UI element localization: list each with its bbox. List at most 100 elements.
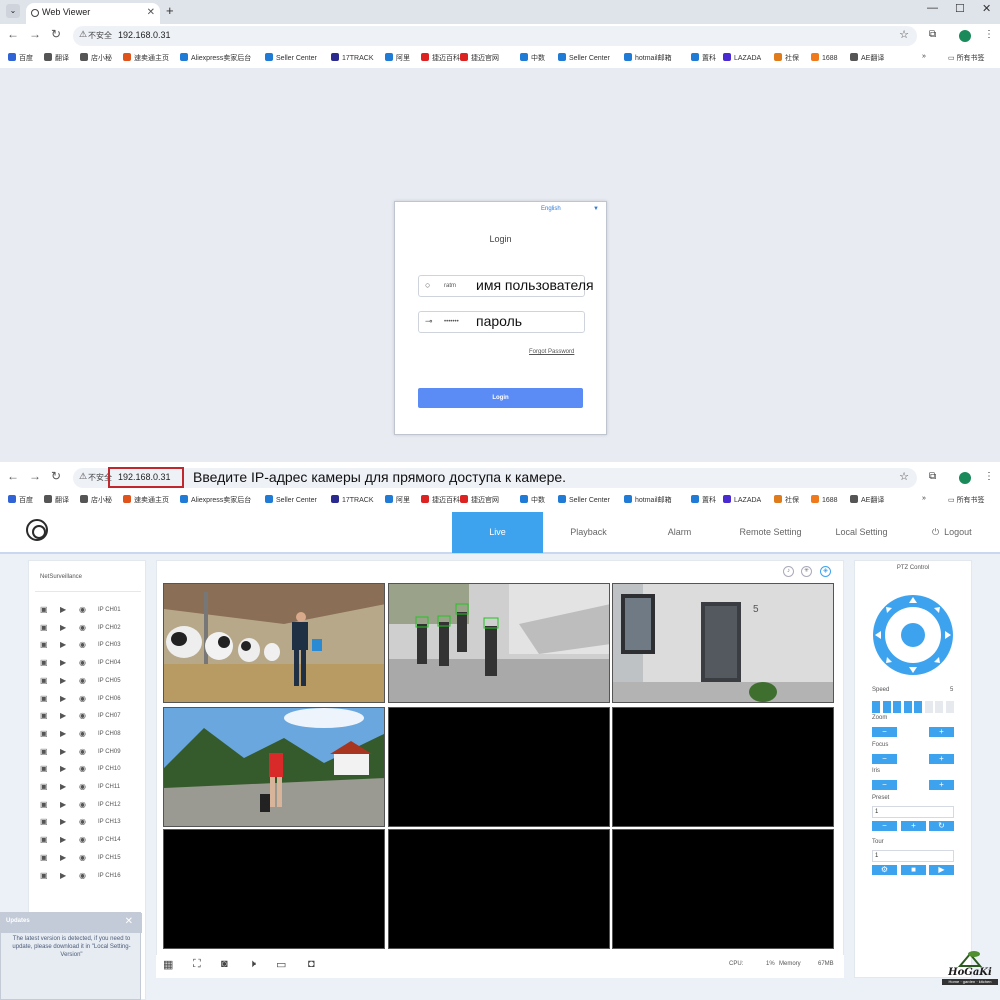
preset-input[interactable]: 1 [872,806,954,818]
playback-icon[interactable]: ▶ [60,853,66,862]
record-dot-icon[interactable]: ◉ [79,623,86,632]
focus-plus-button[interactable]: + [929,754,954,764]
tour-play-button[interactable]: ▶ [929,865,954,875]
zoom-out-button[interactable]: − [872,727,897,737]
reload-icon[interactable]: ↻ [51,469,61,483]
bookmark-item[interactable]: 捷迈官网 [460,53,499,63]
focus-minus-button[interactable]: − [872,754,897,764]
forward-icon[interactable]: → [29,469,41,483]
record-dot-icon[interactable]: ◉ [79,800,86,809]
menu-icon[interactable]: ⋮ [984,471,994,482]
channel-item[interactable]: ▣ ▶ ◉ IP CH10 [40,763,140,777]
record-dot-icon[interactable]: ◉ [79,658,86,667]
bookmark-item[interactable]: AE翻译 [850,495,884,505]
camera-icon[interactable]: ▣ [40,605,48,614]
iris-minus-button[interactable]: − [872,780,897,790]
tab-alarm[interactable]: Alarm [634,512,725,553]
playback-icon[interactable]: ▶ [60,800,66,809]
bookmark-item[interactable]: 速卖通主页 [123,53,169,63]
camera-icon[interactable]: ▣ [40,782,48,791]
camera-icon[interactable]: ▣ [40,658,48,667]
speed-segment[interactable] [893,701,901,713]
channel-item[interactable]: ▣ ▶ ◉ IP CH15 [40,852,140,866]
bookmark-item[interactable]: LAZADA [723,495,761,504]
language-select[interactable]: English [541,206,561,212]
record-dot-icon[interactable]: ◉ [79,694,86,703]
record-dot-icon[interactable]: ◉ [79,729,86,738]
tab-search-button[interactable]: ⌄ [6,4,20,18]
channel-item[interactable]: ▣ ▶ ◉ IP CH06 [40,693,140,707]
camera-icon[interactable]: ▣ [40,764,48,773]
camera-icon[interactable]: ▣ [40,623,48,632]
close-tab-icon[interactable]: ✕ [147,3,155,22]
grid-layout-icon[interactable]: ▦ [163,958,173,971]
bookmark-star-icon[interactable]: ☆ [899,470,909,483]
caret-down-icon[interactable]: ▼ [593,206,599,212]
bookmark-item[interactable]: 捷迈官网 [460,495,499,505]
record-dot-icon[interactable]: ◉ [79,782,86,791]
maximize-button[interactable]: ☐ [955,2,965,15]
playback-icon[interactable]: ▶ [60,782,66,791]
back-icon[interactable]: ← [7,469,19,483]
tab-remote-setting[interactable]: Remote Setting [725,512,816,553]
forward-icon[interactable]: → [29,27,41,41]
bookmark-item[interactable]: 中数 [520,53,545,63]
bookmark-item[interactable]: 店小秘 [80,53,112,63]
playback-icon[interactable]: ▶ [60,764,66,773]
camera-icon[interactable]: ▣ [40,853,48,862]
record-dot-icon[interactable]: ◉ [79,676,86,685]
record-dot-icon[interactable]: ◉ [79,853,86,862]
bookmark-item[interactable]: 阿里 [385,53,410,63]
avatar[interactable] [959,30,971,42]
bookmark-item[interactable]: Seller Center [558,495,610,504]
playback-icon[interactable]: ▶ [60,729,66,738]
speaker-icon[interactable]: ✳ [801,566,812,577]
all-bookmarks-button[interactable]: ▭ 所有书签 [948,495,985,505]
bookmark-item[interactable]: 百度 [8,495,33,505]
bookmark-item[interactable]: 速卖通主页 [123,495,169,505]
camera-icon[interactable]: ▣ [40,800,48,809]
minimize-button[interactable]: — [927,2,938,14]
record-dot-icon[interactable]: ◉ [79,817,86,826]
video-cell-4[interactable] [163,707,385,827]
channel-item[interactable]: ▣ ▶ ◉ IP CH14 [40,834,140,848]
speed-segment[interactable] [872,701,880,713]
all-bookmarks-button[interactable]: ▭ 所有书签 [948,53,985,63]
record-dot-icon[interactable]: ◉ [79,871,86,880]
logout-button[interactable]: ⏻ Logout [932,527,972,538]
playback-icon[interactable]: ▶ [60,658,66,667]
playback-icon[interactable]: ▶ [60,747,66,756]
record-dot-icon[interactable]: ◉ [79,747,86,756]
playback-icon[interactable]: ▶ [60,676,66,685]
record-dot-icon[interactable]: ◉ [79,711,86,720]
extensions-icon[interactable]: ⧉ [929,471,936,482]
extensions-icon[interactable]: ⧉ [929,29,936,40]
channel-item[interactable]: ▣ ▶ ◉ IP CH16 [40,870,140,884]
bookmark-item[interactable]: 17TRACK [331,495,374,504]
ptz-direction-pad[interactable] [872,595,954,675]
back-icon[interactable]: ← [7,27,19,41]
channel-item[interactable]: ▣ ▶ ◉ IP CH11 [40,781,140,795]
bookmark-item[interactable]: 捷迈百科 [421,495,460,505]
zoom-in-button[interactable]: + [929,727,954,737]
reload-icon[interactable]: ↻ [51,27,61,41]
speed-segment[interactable] [945,701,954,713]
video-cell-6[interactable] [612,707,834,827]
playback-icon[interactable]: ▶ [60,835,66,844]
speed-segment[interactable] [935,701,943,713]
avatar[interactable] [959,472,971,484]
bookmark-item[interactable]: Seller Center [558,53,610,62]
bookmark-item[interactable]: hotmail邮箱 [624,495,672,505]
camera-icon[interactable]: ▣ [40,747,48,756]
bookmark-item[interactable]: 置科 [691,495,716,505]
bookmark-item[interactable]: 置科 [691,53,716,63]
channel-item[interactable]: ▣ ▶ ◉ IP CH08 [40,728,140,742]
record-dot-icon[interactable]: ◉ [79,640,86,649]
camera-icon[interactable]: ▣ [40,817,48,826]
camera-icon[interactable]: ▣ [40,640,48,649]
browser-tab[interactable]: Web Viewer ✕ [26,3,160,24]
channel-item[interactable]: ▣ ▶ ◉ IP CH04 [40,657,140,671]
video-cell-7[interactable] [163,829,385,949]
bookmark-star-icon[interactable]: ☆ [899,28,909,41]
channel-item[interactable]: ▣ ▶ ◉ IP CH12 [40,799,140,813]
